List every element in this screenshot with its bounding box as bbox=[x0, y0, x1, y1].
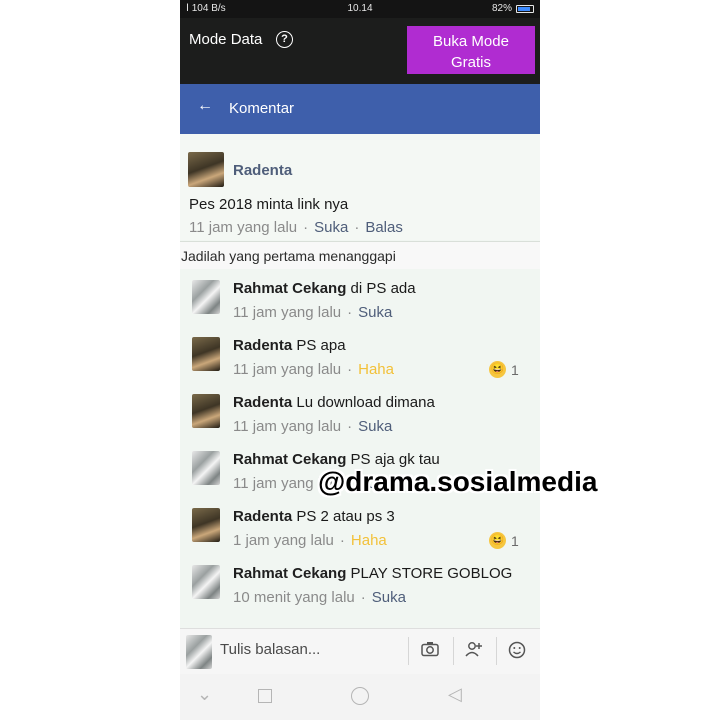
haha-emoji-icon: 😆 bbox=[489, 532, 506, 549]
home-icon[interactable] bbox=[351, 687, 369, 705]
avatar[interactable] bbox=[192, 451, 220, 485]
reaction-summary[interactable]: 😆 1 bbox=[489, 361, 519, 378]
reply-meta: 1 jam yang lalu · Haha bbox=[233, 532, 387, 549]
reply-time: 11 jam yang lalu bbox=[233, 418, 342, 435]
data-mode-bar: Mode Data ? Buka Mode Gratis bbox=[180, 18, 540, 84]
reply-meta: 11 jam yang lalu · Suka bbox=[233, 304, 393, 321]
reaction-summary[interactable]: 😆 1 bbox=[489, 532, 519, 549]
comment-text: Pes 2018 minta link nya bbox=[189, 196, 349, 213]
first-reply-label: Jadilah yang pertama menanggapi bbox=[180, 241, 540, 269]
chevron-down-icon[interactable]: ⌄ bbox=[197, 684, 212, 705]
free-mode-button[interactable]: Buka Mode Gratis bbox=[407, 26, 535, 74]
battery-status: 82% bbox=[492, 3, 534, 14]
battery-percent: 82% bbox=[491, 3, 512, 14]
page-title: Komentar bbox=[229, 100, 295, 117]
reply-text: di PS ada bbox=[350, 280, 416, 297]
divider bbox=[408, 637, 409, 665]
status-bar: Ⅰ 104 B/s 10.14 82% bbox=[180, 0, 540, 18]
comments-header: ← Komentar bbox=[180, 84, 540, 134]
watermark: @drama.sosialmedia bbox=[318, 466, 598, 497]
reply-composer: Tulis balasan... bbox=[180, 628, 540, 674]
emoji-icon[interactable] bbox=[506, 641, 528, 661]
reaction-count: 1 bbox=[511, 361, 519, 378]
reply-author[interactable]: Rahmat Cekang bbox=[233, 565, 346, 582]
reply-author[interactable]: Radenta bbox=[233, 337, 292, 354]
reply-author[interactable]: Rahmat Cekang bbox=[233, 280, 346, 297]
reply-line: Radenta Lu download dimana bbox=[233, 394, 435, 411]
free-mode-button-line1: Buka Mode bbox=[433, 32, 509, 50]
screenshot-canvas: Ⅰ 104 B/s 10.14 82% Mode Data ? Buka Mod… bbox=[0, 0, 720, 720]
reply-link[interactable]: Balas bbox=[365, 219, 403, 236]
back-triangle-icon[interactable]: ◁ bbox=[448, 684, 462, 705]
like-link[interactable]: Suka bbox=[372, 589, 406, 606]
reply-text: Lu download dimana bbox=[296, 394, 435, 411]
haha-link[interactable]: Haha bbox=[351, 532, 387, 549]
free-mode-button-line2: Gratis bbox=[450, 53, 491, 71]
data-mode-label: Mode Data bbox=[189, 31, 263, 48]
like-link[interactable]: Suka bbox=[314, 219, 348, 236]
haha-link[interactable]: Haha bbox=[358, 361, 394, 378]
reply-author[interactable]: Radenta bbox=[233, 394, 292, 411]
camera-icon[interactable] bbox=[419, 641, 441, 661]
divider bbox=[496, 637, 497, 665]
avatar bbox=[186, 635, 212, 669]
list-item: Rahmat Cekang PLAY STORE GOBLOG 10 menit… bbox=[180, 555, 540, 612]
comment-author[interactable]: Radenta bbox=[233, 162, 292, 179]
reply-meta: 10 menit yang lalu · Suka bbox=[233, 589, 406, 606]
battery-icon bbox=[516, 4, 534, 13]
avatar[interactable] bbox=[192, 508, 220, 542]
list-item: Rahmat Cekang di PS ada 11 jam yang lalu… bbox=[180, 270, 540, 327]
main-comment: Radenta Pes 2018 minta link nya 11 jam y… bbox=[180, 134, 540, 240]
divider bbox=[453, 637, 454, 665]
reply-meta: 11 jam yang lalu · Haha bbox=[233, 361, 394, 378]
reply-time: 11 jam yang lalu bbox=[233, 304, 342, 321]
reply-input[interactable]: Tulis balasan... bbox=[220, 641, 320, 658]
reply-line: Radenta PS apa bbox=[233, 337, 346, 354]
question-circle-icon[interactable]: ? bbox=[276, 31, 293, 48]
avatar[interactable] bbox=[192, 337, 220, 371]
avatar[interactable] bbox=[192, 280, 220, 314]
reply-time: 10 menit yang lalu bbox=[233, 589, 355, 606]
like-link[interactable]: Suka bbox=[358, 418, 392, 435]
list-item: Radenta Lu download dimana 11 jam yang l… bbox=[180, 384, 540, 441]
reply-time: 1 jam yang lalu bbox=[233, 532, 334, 549]
clock: 10.14 bbox=[347, 3, 373, 14]
comment-time: 11 jam yang lalu bbox=[189, 219, 298, 236]
list-item: Radenta PS 2 atau ps 3 1 jam yang lalu · H… bbox=[180, 498, 540, 555]
avatar[interactable] bbox=[192, 394, 220, 428]
phone-screen: Ⅰ 104 B/s 10.14 82% Mode Data ? Buka Mod… bbox=[180, 0, 540, 720]
list-item: Radenta PS apa 11 jam yang lalu · Haha 😆 1 bbox=[180, 327, 540, 384]
reply-text: PS apa bbox=[296, 337, 346, 354]
reply-time: 11 jam yang lalu bbox=[233, 361, 342, 378]
arrow-left-icon[interactable]: ← bbox=[197, 97, 213, 115]
reaction-count: 1 bbox=[511, 532, 519, 549]
reply-line: Rahmat Cekang PLAY STORE GOBLOG bbox=[233, 565, 512, 582]
reply-meta: 11 jam yang lalu · Suka bbox=[233, 418, 393, 435]
reply-text: PLAY STORE GOBLOG bbox=[350, 565, 513, 582]
comment-meta: 11 jam yang lalu · Suka · Balas bbox=[189, 219, 403, 236]
avatar[interactable] bbox=[192, 565, 220, 599]
like-link[interactable]: Suka bbox=[358, 304, 392, 321]
avatar[interactable] bbox=[188, 152, 224, 187]
reply-author[interactable]: Radenta bbox=[233, 508, 292, 525]
reply-line: Rahmat Cekang di PS ada bbox=[233, 280, 416, 297]
recents-icon[interactable] bbox=[258, 689, 272, 703]
system-nav-bar: ⌄ ◁ bbox=[180, 674, 540, 720]
haha-emoji-icon: 😆 bbox=[489, 361, 506, 378]
reply-line: Radenta PS 2 atau ps 3 bbox=[233, 508, 395, 525]
reply-text: PS 2 atau ps 3 bbox=[296, 508, 395, 525]
comments-list: Radenta Pes 2018 minta link nya 11 jam y… bbox=[180, 134, 540, 628]
tag-person-icon[interactable] bbox=[463, 641, 485, 661]
